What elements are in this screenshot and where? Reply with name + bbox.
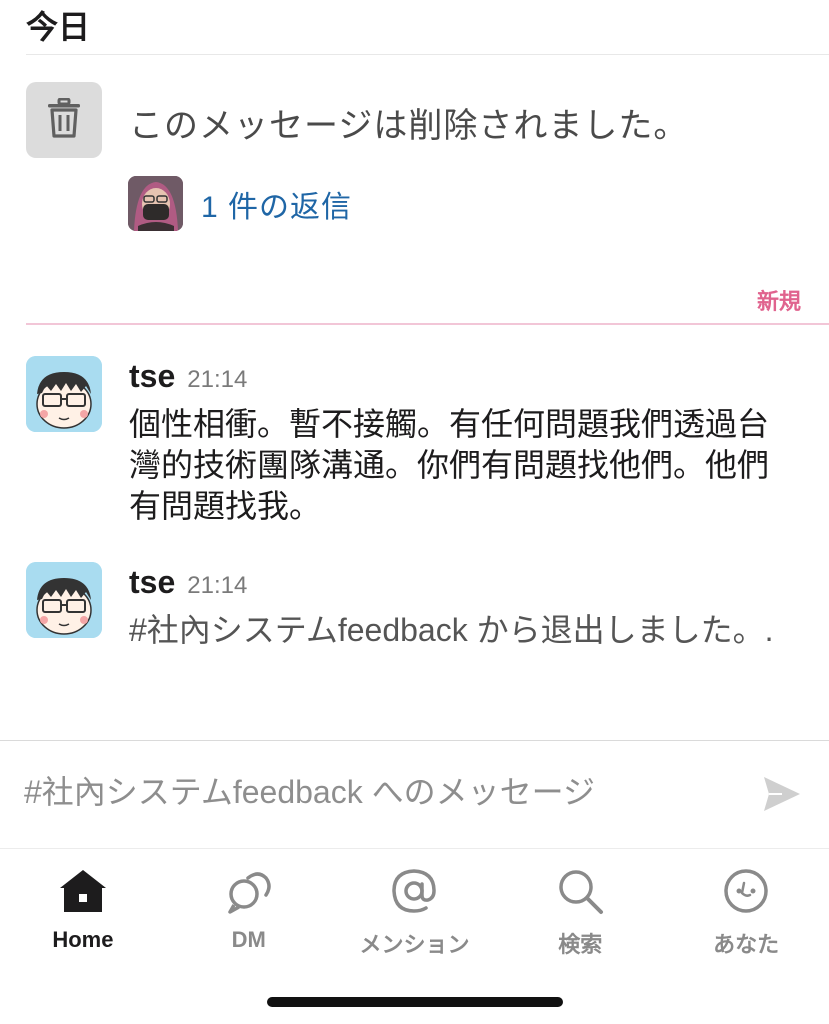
at-icon <box>388 865 440 917</box>
tab-mentions[interactable]: メンション <box>332 849 498 979</box>
tab-label: DM <box>231 927 266 952</box>
divider <box>26 54 829 55</box>
message-header: tse 21:14 <box>129 564 247 601</box>
tab-search[interactable]: 検索 <box>497 849 663 979</box>
tab-you[interactable]: あなた <box>663 849 829 979</box>
channel-screen: 今日 このメッセージは削除されました。 1 件の返信 新規 tse 21:14 … <box>0 0 829 1024</box>
home-indicator[interactable] <box>267 997 563 1007</box>
day-header: 今日 <box>26 9 91 45</box>
tab-dm[interactable]: DM <box>166 849 332 979</box>
composer-divider <box>0 740 829 741</box>
send-button[interactable] <box>760 774 804 818</box>
system-message-text: #社內システムfeedback から退出しました。. <box>129 612 774 648</box>
tab-bar: Home DM メンション 検索 あなた <box>0 849 829 979</box>
tab-label: メンション <box>359 932 470 957</box>
reply-avatar <box>128 176 183 231</box>
message-time: 21:14 <box>187 366 248 393</box>
search-icon <box>554 865 606 917</box>
deleted-message-icon-box <box>26 82 102 158</box>
message-header: tse 21:14 <box>129 358 247 395</box>
thread-replies[interactable]: 1 件の返信 <box>128 176 352 231</box>
sender-name[interactable]: tse <box>129 564 175 601</box>
new-messages-label: 新規 <box>756 289 801 314</box>
dm-icon <box>223 865 275 917</box>
tab-label: あなた <box>713 932 780 957</box>
you-icon <box>720 865 772 917</box>
message-time: 21:14 <box>187 572 248 599</box>
trash-icon <box>47 97 81 143</box>
send-icon <box>762 775 802 818</box>
message-input[interactable] <box>24 774 724 811</box>
new-messages-divider <box>26 323 829 325</box>
deleted-message-text: このメッセージは削除されました。 <box>129 107 689 145</box>
avatar[interactable] <box>26 562 102 638</box>
message-text: 個性相衝。暫不接觸。有任何問題我們透過台灣的技術團隊溝通。你們有問題找他們。他們… <box>129 406 770 524</box>
sender-name[interactable]: tse <box>129 358 175 395</box>
home-icon <box>57 865 109 917</box>
tab-label: Home <box>52 927 114 952</box>
avatar[interactable] <box>26 356 102 432</box>
reply-count-link[interactable]: 1 件の返信 <box>201 182 352 226</box>
tab-label: 検索 <box>558 932 603 957</box>
tab-home[interactable]: Home <box>0 849 166 979</box>
